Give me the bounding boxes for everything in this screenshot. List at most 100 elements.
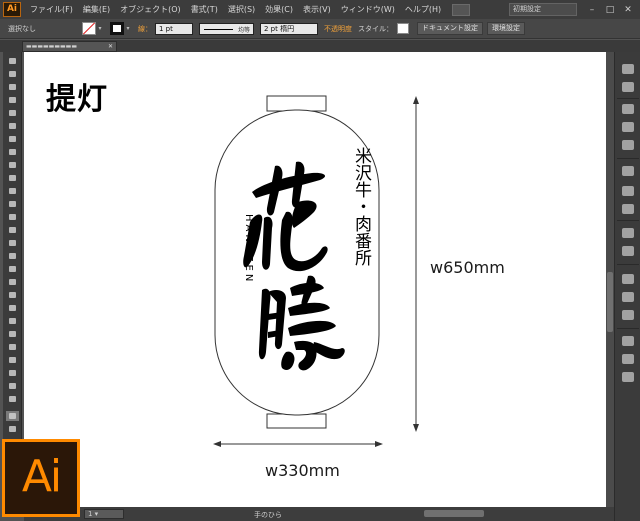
graphic-style-swatch[interactable] [397,23,409,34]
eraser-tool-icon[interactable] [6,199,19,209]
control-bar: 選択なし ▾ ▾ 線： 1 pt 均等 2 pt 楕円 不透明度 スタイル： ド… [0,19,640,39]
zoom-tool-icon[interactable] [6,424,19,434]
workspace-switcher[interactable]: 初期設定 [509,3,577,16]
swatches-panel-icon[interactable] [622,104,634,114]
blend-tool-icon[interactable] [6,329,19,339]
document-tab[interactable]: ▬▬▬▬▬▬▬▬▬ ✕ [22,41,117,52]
lasso-tool-icon[interactable] [6,95,19,105]
menu-effect[interactable]: 効果(C) [260,4,298,15]
pencil-tool-icon[interactable] [6,173,19,183]
direct-selection-tool-icon[interactable] [6,69,19,79]
panel-divider [617,328,639,329]
document-setup-button[interactable]: ドキュメント設定 [417,22,483,35]
graphic-styles-panel-icon[interactable] [622,246,634,256]
height-arrow-bottom [413,424,419,432]
artboards-panel-icon[interactable] [622,292,634,302]
shape-builder-tool-icon[interactable] [6,264,19,274]
hand-tool-icon[interactable] [6,411,19,421]
stroke-panel-icon[interactable] [622,166,634,176]
stroke-label[interactable]: 線： [138,24,152,34]
status-bar: 1 ▾ 手のひら [24,507,614,521]
lantern-artwork[interactable] [24,52,606,507]
menu-help[interactable]: ヘルプ(H) [400,4,446,15]
artboard-canvas[interactable]: 提灯 米沢牛・肉番所 HANAZEN w650mm w330mm [24,52,606,507]
panel-divider [617,98,639,99]
align-panel-icon[interactable] [622,336,634,346]
vertical-scrollbar[interactable] [606,52,614,507]
minimize-icon[interactable]: – [583,3,601,17]
stroke-dropdown-icon[interactable]: ▾ [124,22,132,35]
menu-file[interactable]: ファイル(F) [25,4,78,15]
blob-brush-tool-icon[interactable] [6,186,19,196]
pathfinder-panel-icon[interactable] [622,354,634,364]
eyedropper-tool-icon[interactable] [6,316,19,326]
rectangle-tool-icon[interactable] [6,147,19,157]
transform-panel-icon[interactable] [622,372,634,382]
artboard-tool-icon[interactable] [6,368,19,378]
opacity-label[interactable]: 不透明度 [324,24,352,34]
illustrator-logo-badge: Ai [2,439,80,517]
type-tool-icon[interactable] [6,121,19,131]
vertical-scroll-thumb[interactable] [607,272,613,332]
menu-view[interactable]: 表示(V) [298,4,336,15]
panel-divider [617,264,639,265]
lantern-bottom-cap [266,413,327,429]
app-logo: Ai [3,2,21,17]
gradient-panel-icon[interactable] [622,186,634,196]
style-label: スタイル： [358,24,393,33]
lantern-vertical-text: 米沢牛・肉番所 [351,147,371,266]
knife-tool-icon[interactable] [6,394,19,404]
artboard-navigation-field[interactable]: 1 ▾ [84,509,124,519]
arrange-documents-button[interactable] [452,3,471,16]
width-arrow-right [375,441,383,447]
pen-tool-icon[interactable] [6,108,19,118]
tab-close-icon[interactable]: ✕ [108,42,113,51]
brush-definition[interactable]: 2 pt 楕円 [260,22,318,35]
panel-dock [614,52,640,521]
mesh-tool-icon[interactable] [6,290,19,300]
stroke-weight-field[interactable]: 1 pt [155,22,193,35]
symbol-sprayer-tool-icon[interactable] [6,342,19,352]
symbols-panel-icon[interactable] [622,140,634,150]
slice-tool-icon[interactable] [6,381,19,391]
selection-status: 選択なし [8,24,36,33]
paintbrush-tool-icon[interactable] [6,160,19,170]
color-guide-panel-icon[interactable] [622,82,634,92]
window-controls: – □ ✕ [583,3,637,17]
menu-window[interactable]: ウィンドウ(W) [336,4,400,15]
lantern-romaji-text: HANAZEN [243,214,254,285]
width-arrow-left [213,441,221,447]
preferences-button[interactable]: 環境設定 [487,22,525,35]
selection-tool-icon[interactable] [6,56,19,66]
stroke-swatch[interactable] [110,22,124,35]
column-graph-tool-icon[interactable] [6,355,19,365]
transparency-panel-icon[interactable] [622,204,634,214]
gradient-tool-icon[interactable] [6,303,19,313]
character-panel-icon[interactable] [622,310,634,320]
menu-select[interactable]: 選択(S) [223,4,260,15]
color-panel-icon[interactable] [622,64,634,74]
perspective-grid-tool-icon[interactable] [6,277,19,287]
width-tool-icon[interactable] [6,238,19,248]
fill-swatch[interactable] [82,22,96,35]
document-tab-bar: ▬▬▬▬▬▬▬▬▬ ✕ [0,40,640,52]
maximize-icon[interactable]: □ [601,3,619,17]
layers-panel-icon[interactable] [622,274,634,284]
rotate-tool-icon[interactable] [6,212,19,222]
menu-edit[interactable]: 編集(E) [78,4,115,15]
variable-width-profile[interactable]: 均等 [199,22,254,35]
menu-type[interactable]: 書式(T) [186,4,223,15]
brushes-panel-icon[interactable] [622,122,634,132]
panel-divider [617,220,639,221]
close-icon[interactable]: ✕ [619,3,637,17]
horizontal-scroll-thumb[interactable] [424,510,484,517]
height-arrow-top [413,96,419,104]
menu-object[interactable]: オブジェクト(O) [115,4,186,15]
width-dimension-label: w330mm [265,461,340,480]
appearance-panel-icon[interactable] [622,228,634,238]
fill-dropdown-icon[interactable]: ▾ [96,22,104,35]
line-tool-icon[interactable] [6,134,19,144]
free-transform-tool-icon[interactable] [6,251,19,261]
magic-wand-tool-icon[interactable] [6,82,19,92]
scale-tool-icon[interactable] [6,225,19,235]
